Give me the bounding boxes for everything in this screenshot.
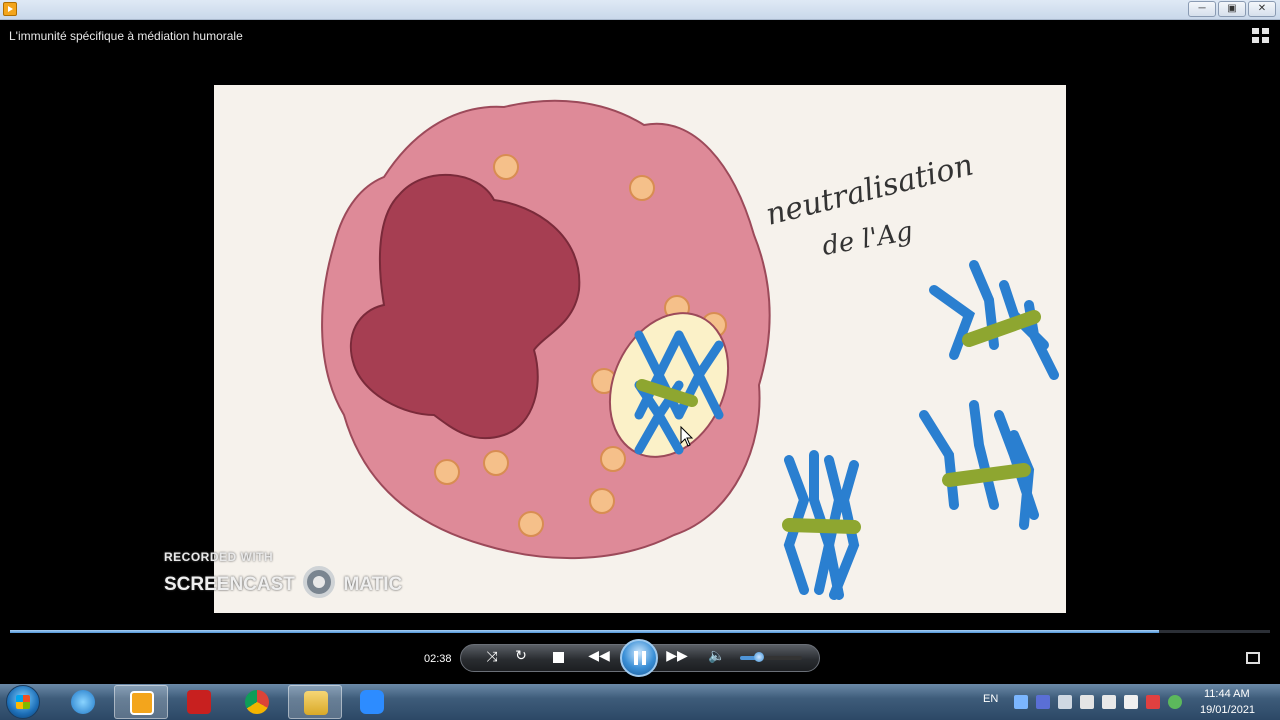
zoom-icon [360,690,384,714]
video-illustration: neutralisation de l'Ag [214,85,1066,613]
media-player-app-icon[interactable] [3,2,17,16]
internet-explorer-icon [71,690,95,714]
volume-slider[interactable] [740,652,802,662]
volume-knob[interactable] [753,652,764,662]
taskbar-internet-explorer[interactable] [56,685,110,719]
screencast-logo-icon [303,566,336,598]
windows-taskbar: EN 11:44 AM 19/01/2021 [0,684,1280,720]
window-controls: ─ ▣ ✕ [1188,1,1276,17]
shuffle-icon[interactable]: ⤨ [484,648,500,665]
repeat-icon[interactable]: ↻ [513,647,529,664]
watermark-brand: SCREENCAST MATIC [164,566,403,598]
chrome-icon [245,690,269,714]
previous-button[interactable]: ◀◀ [588,647,610,664]
pause-icon-bar [642,651,646,665]
maximize-button[interactable]: ▣ [1218,1,1246,17]
usb-device-icon[interactable] [1080,695,1094,709]
watermark-recorded-with: RECORDED WITH [164,550,274,564]
clock-time[interactable]: 11:44 AM [1204,688,1250,700]
media-info-header: L'immunité spécifique à médiation humora… [0,20,1280,50]
taskbar-media-player[interactable] [114,685,168,719]
pause-icon [634,651,638,665]
media-title: L'immunité spécifique à médiation humora… [9,29,243,43]
security-check-icon[interactable] [1168,695,1182,709]
clock-date[interactable]: 19/01/2021 [1200,704,1255,716]
screencast-watermark: RECORDED WITH SCREENCAST MATIC [164,550,402,598]
watermark-brand-right: MATIC [343,574,403,595]
speaker-icon[interactable] [1124,695,1138,709]
window-title-bar[interactable]: ─ ▣ ✕ [0,0,1280,20]
seek-progress [10,630,1160,633]
taskbar-file-explorer[interactable] [288,685,342,719]
volume-icon[interactable]: 🔈 [708,647,725,664]
stop-button[interactable] [553,652,564,663]
video-frame[interactable]: neutralisation de l'Ag [214,85,1066,613]
media-player-icon [130,691,154,715]
language-indicator[interactable]: EN [983,693,998,705]
fullscreen-icon[interactable] [1246,652,1260,664]
seek-bar[interactable] [10,630,1270,633]
action-center-icon[interactable] [1058,695,1072,709]
next-button[interactable]: ▶▶ [666,647,688,664]
minimize-button[interactable]: ─ [1188,1,1216,17]
network-signal-icon[interactable] [1102,695,1116,709]
player-controls: 02:38 ⤨ ↻ ◀◀ ▶▶ 🔈 [0,636,1280,684]
taskbar-chrome[interactable] [230,685,284,719]
elapsed-time: 02:38 [424,653,452,665]
zoom-tray-icon[interactable] [1014,695,1028,709]
folder-icon [304,691,328,715]
taskbar-zoom[interactable] [345,685,399,719]
close-button[interactable]: ✕ [1248,1,1276,17]
switch-to-library-icon[interactable] [1252,28,1270,44]
pause-button[interactable] [620,639,658,677]
teams-tray-icon[interactable] [1036,695,1050,709]
acrobat-reader-icon [187,690,211,714]
notification-error-icon[interactable] [1146,695,1160,709]
start-button[interactable] [6,685,40,719]
taskbar-acrobat-reader[interactable] [172,685,226,719]
watermark-brand-left: SCREENCAST [164,574,295,595]
